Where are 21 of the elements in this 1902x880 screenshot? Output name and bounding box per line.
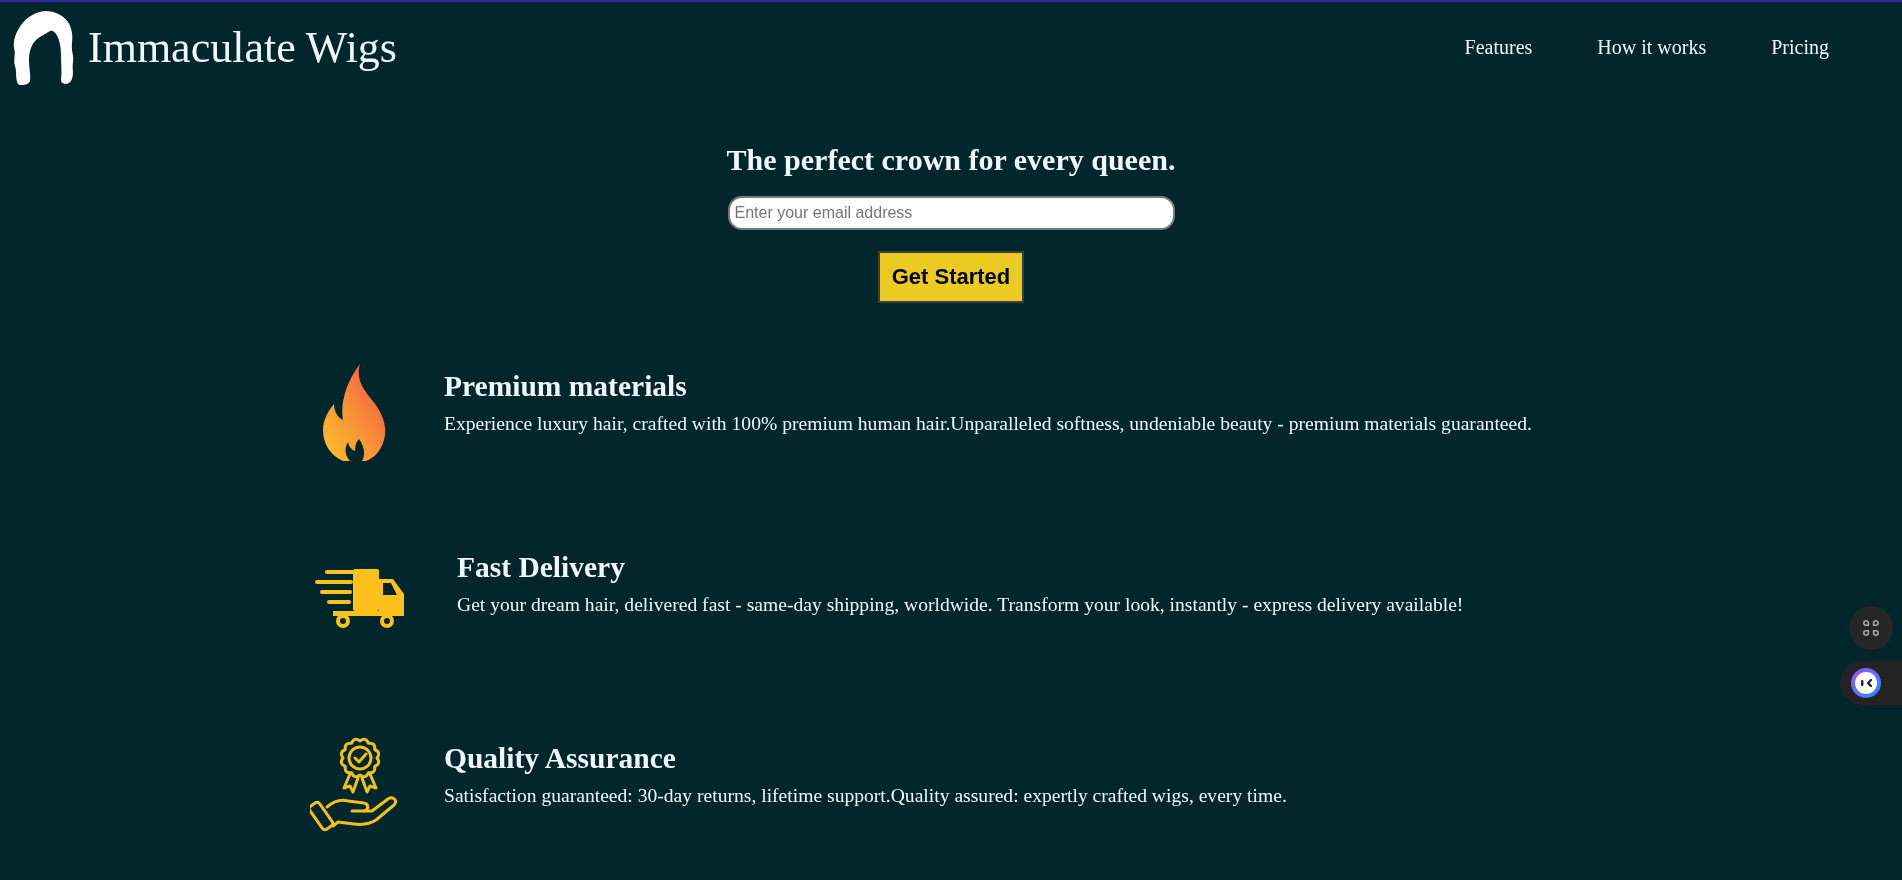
feature-description: Experience luxury hair, crafted with 100% premium human hair.Unparalleled softness, undeniable beauty - premium materials guaranteed.	[444, 412, 1532, 435]
hero-heading: The perfect crown for every queen.	[726, 143, 1176, 177]
brand-name: Immaculate Wigs	[88, 25, 397, 70]
face-icon	[1851, 668, 1881, 698]
get-started-button[interactable]: Get Started	[877, 251, 1025, 303]
hand-medal-icon	[310, 735, 398, 833]
command-icon	[1862, 619, 1880, 637]
truck-icon	[315, 568, 405, 628]
nav-link[interactable]: Pricing	[1771, 36, 1829, 59]
feature-title: Fast Delivery	[457, 550, 626, 583]
feature-title: Premium materials	[444, 369, 688, 402]
launcher-button[interactable]	[1849, 606, 1893, 650]
feature-description: Get your dream hair, delivered fast - same-day shipping, worldwide. Transform your look, instantly - express delivery available!	[457, 593, 1464, 616]
assistant-tab-button[interactable]	[1840, 661, 1902, 705]
feature-description: Satisfaction guaranteed: 30-day returns, lifetime support.Quality assured: expertly crafted wigs, every time.	[444, 784, 1287, 807]
email-field[interactable]: Enter your email address	[727, 196, 1175, 230]
flame-icon	[322, 363, 387, 461]
nav-link[interactable]: Features	[1464, 36, 1533, 59]
feature-title: Quality Assurance	[444, 741, 677, 774]
wig-icon	[13, 10, 75, 85]
nav-link[interactable]: How it works	[1597, 36, 1707, 59]
